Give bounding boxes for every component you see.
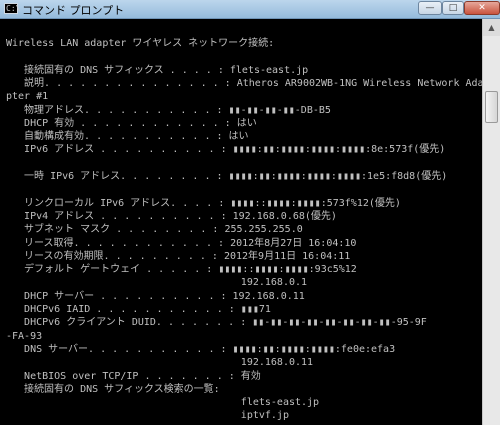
console-line: 一時 IPv6 アドレス. . . . . . . . : ▮▮▮▮:▮▮:▮▮… [6,171,448,182]
title-bar[interactable]: C:\ コマンド プロンプト — □ ✕ [0,0,500,19]
console-line: NetBIOS over TCP/IP . . . . . . . : 有効 [6,370,261,382]
close-button[interactable]: ✕ [464,1,500,15]
cmd-icon[interactable]: C:\ [4,3,20,14]
console-line: Wireless LAN adapter ワイヤレス ネットワーク接続: [6,38,275,49]
console-line: IPv4 アドレス . . . . . . . . . . : 192.168.… [6,210,337,222]
console-line: 自動構成有効. . . . . . . . . . . : はい [6,131,249,143]
console-output[interactable]: Wireless LAN adapter ワイヤレス ネットワーク接続: 接続固… [0,19,482,425]
console-line: DHCP サーバー . . . . . . . . . . : 192.168.… [6,290,305,302]
console-line: リース取得. . . . . . . . . . . . : 2012年8月27… [6,237,357,249]
minimize-button[interactable]: — [418,1,442,15]
console-line: 説明. . . . . . . . . . . . . . . : Athero… [6,77,482,89]
console-line: iptvf.jp [6,410,289,422]
vertical-scrollbar[interactable]: ▲ [482,19,500,425]
console-line: デフォルト ゲートウェイ . . . . . : ▮▮▮▮::▮▮▮▮:▮▮▮▮… [6,264,357,276]
maximize-button[interactable]: □ [442,1,464,15]
window-title: コマンド プロンプト [22,4,125,17]
console-line: IPv6 アドレス . . . . . . . . . . : ▮▮▮▮:▮▮:… [6,144,446,156]
console-line: 192.168.0.1 [6,277,308,289]
console-line: サブネット マスク . . . . . . . . : 255.255.255.… [6,224,303,236]
console-line: リースの有効期限. . . . . . . . . : 2012年9月11日 1… [6,250,351,262]
console-line: DHCPv6 クライアント DUID. . . . . . . : ▮▮-▮▮-… [6,317,427,329]
console-line: リンクローカル IPv6 アドレス. . . . : ▮▮▮▮::▮▮▮▮:▮▮… [6,197,401,209]
console-line: 接続固有の DNS サフィックス . . . . : flets-east.jp [6,64,309,76]
console-line: DNS サーバー. . . . . . . . . . . : ▮▮▮▮:▮▮:… [6,343,396,355]
console-line: DHCP 有効 . . . . . . . . . . . . : はい [6,117,257,129]
scroll-up-arrow-icon[interactable]: ▲ [483,19,500,36]
scroll-thumb[interactable] [485,91,498,123]
console-line: pter #1 [6,91,49,103]
console-line: 192.168.0.11 [6,357,314,369]
console-line: 接続固有の DNS サフィックス検索の一覧: [6,383,220,395]
console-line: flets-east.jp [6,397,320,409]
console-line: 物理アドレス. . . . . . . . . . . : ▮▮-▮▮-▮▮-▮… [6,104,331,116]
console-line: DHCPv6 IAID . . . . . . . . . . . : ▮▮▮7… [6,304,271,315]
command-prompt-window: C:\ コマンド プロンプト — □ ✕ Wireless LAN adapte… [0,0,500,425]
console-line: -FA-93 [6,330,43,342]
